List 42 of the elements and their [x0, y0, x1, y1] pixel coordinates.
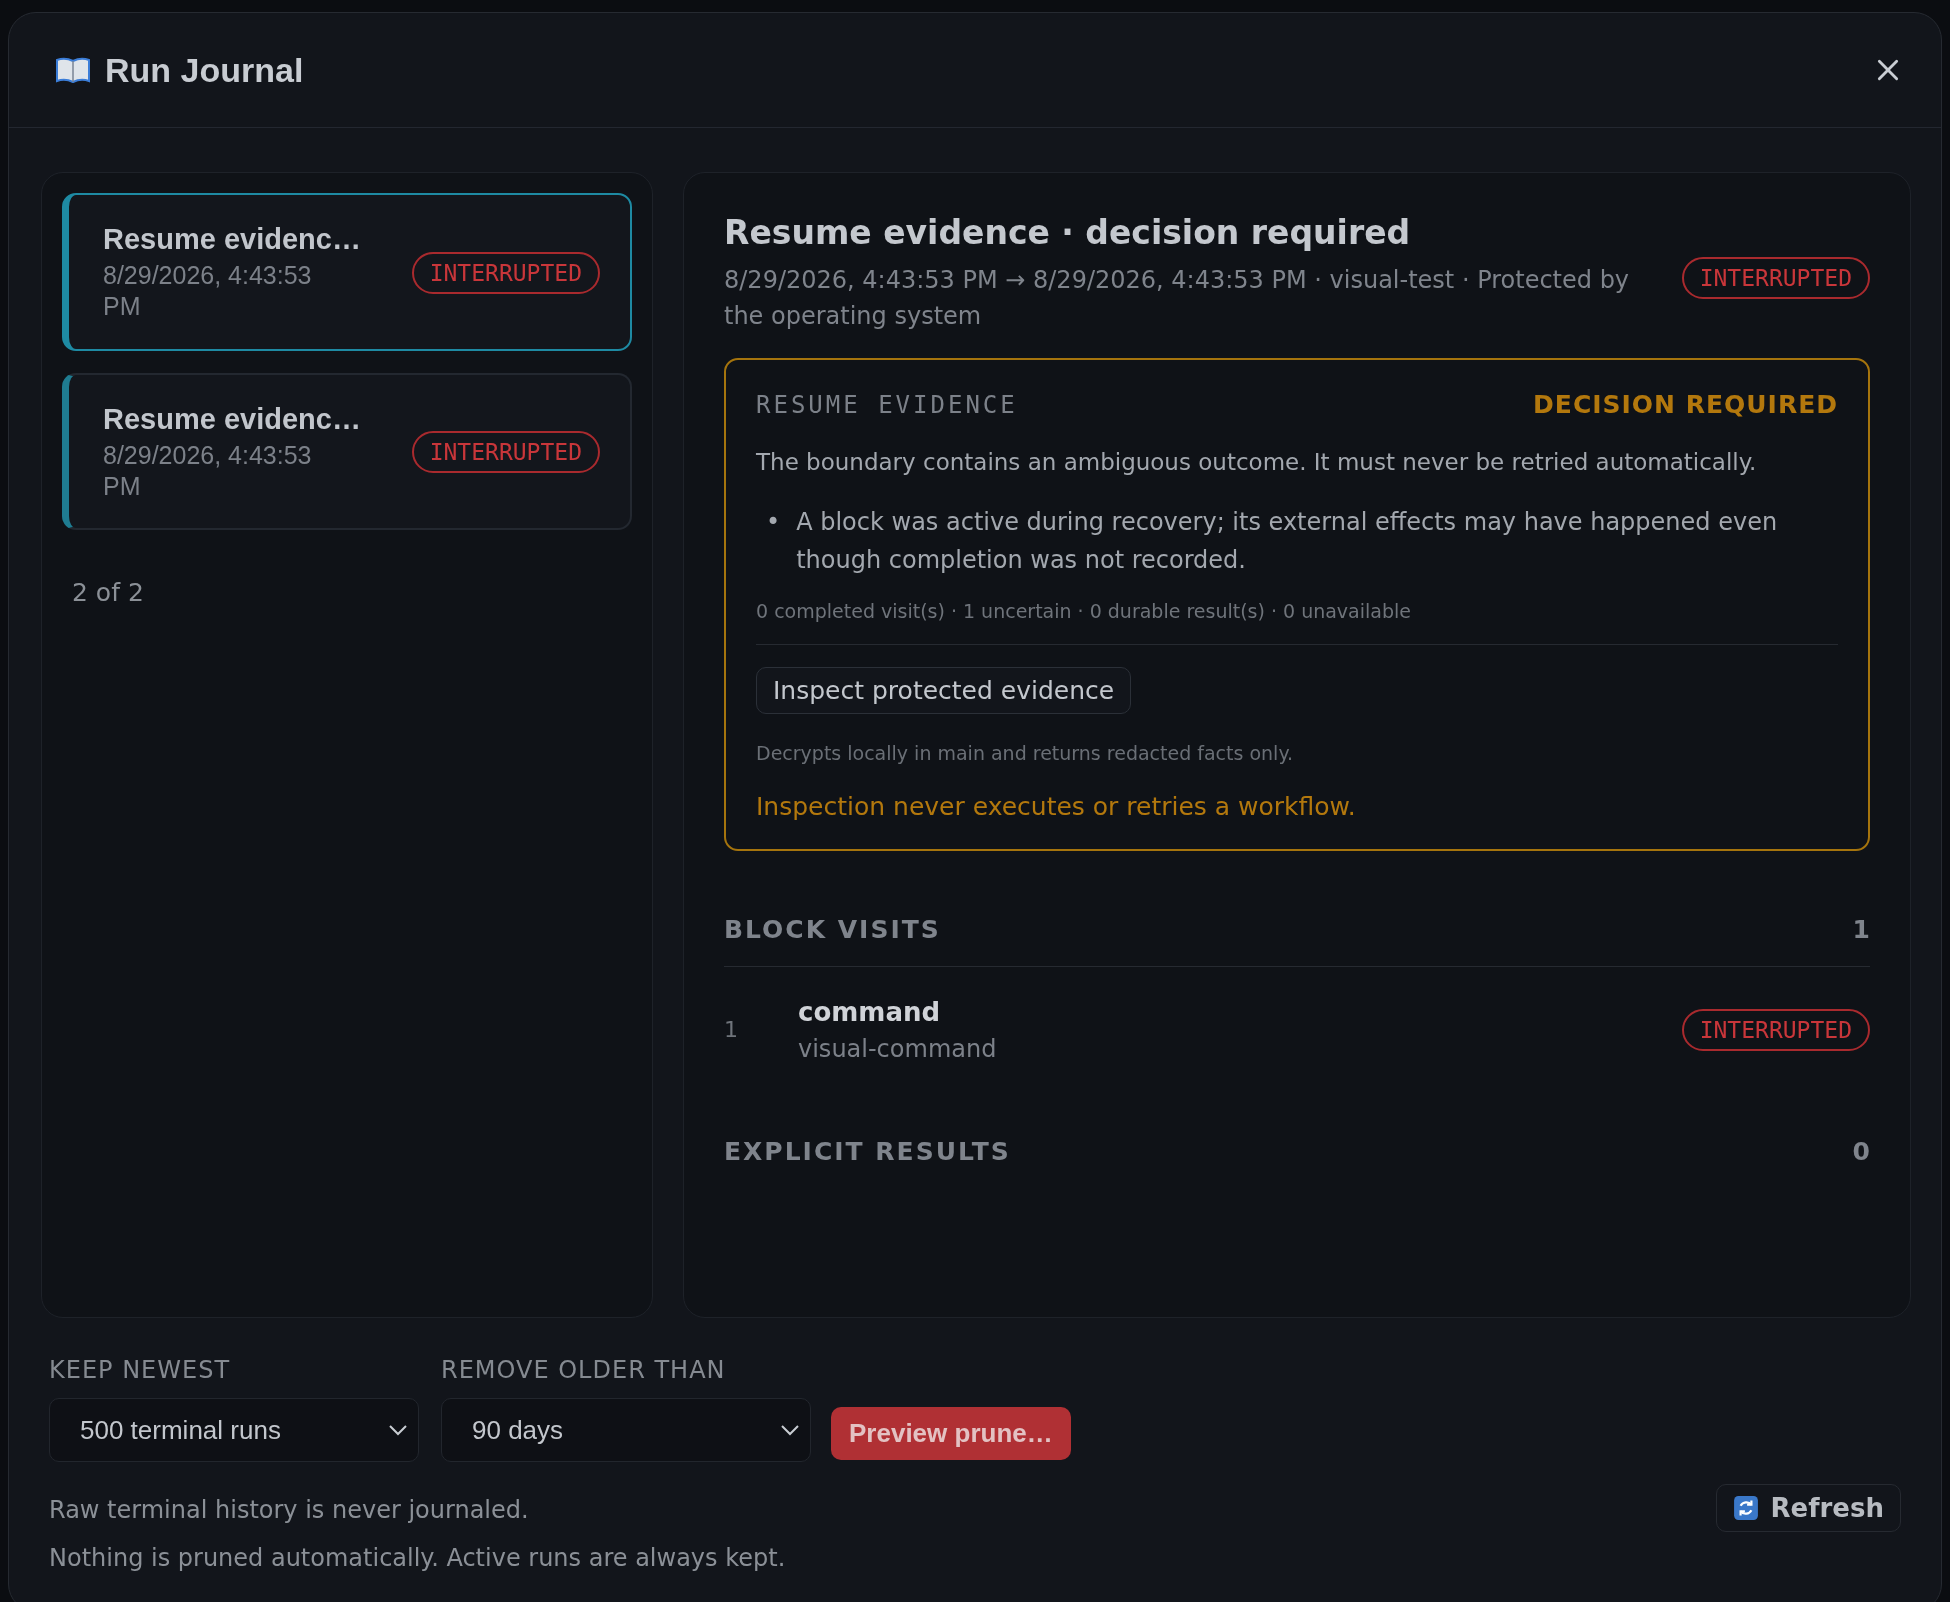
visit-detail: visual-command — [798, 1034, 998, 1063]
filter-label: KEEP NEWEST — [49, 1356, 232, 1384]
chevron-down-icon — [780, 1424, 800, 1436]
dropdown[interactable]: 500 terminal runs — [49, 1398, 419, 1462]
evidence-warning: Inspection never executes or retries a workflow. — [756, 791, 1357, 821]
status-badge: INTERRUPTED — [1681, 257, 1870, 299]
section-title[interactable]: BLOCK VISITS — [724, 914, 941, 944]
decision-label: DECISION REQUIRED — [1533, 390, 1838, 419]
footer-note: Nothing is pruned automatically. Active runs are always kept. — [49, 1543, 787, 1574]
status-badge: INTERRUPTED — [411, 431, 600, 474]
evidence-bullet: A block was active during recovery; its external effects may have happened even though completion was not recorded. — [796, 507, 1779, 577]
visit-index: 1 — [724, 1017, 738, 1043]
dropdown[interactable]: 90 days — [441, 1398, 811, 1462]
section-count: 1 — [1852, 914, 1870, 944]
refresh-icon — [1732, 1495, 1759, 1521]
book-icon — [55, 56, 91, 84]
evidence-note: Decrypts locally in main and returns redacted facts only. — [756, 741, 1294, 764]
evidence-summary: The boundary contains an ambiguous outcome. It must never be retried automatically. — [756, 449, 1758, 475]
run-time: 8/29/2026, 4:43:53 PM — [103, 260, 313, 323]
status-badge: INTERRUPTED — [1681, 1008, 1870, 1051]
preview-prune-button[interactable]: Preview prune… — [831, 1407, 1071, 1460]
section-title[interactable]: EXPLICIT RESULTS — [724, 1136, 1011, 1166]
run-meta: 8/29/2026, 4:43:53 PM → 8/29/2026, 4:43:53 PM · visual-test · Protected by the operating system — [724, 265, 1631, 332]
chevron-down-icon — [388, 1424, 408, 1436]
run-title: Resume evidence · decision required — [724, 213, 1412, 252]
visit-name: command — [798, 996, 942, 1027]
evidence-label: RESUME EVIDENCE — [756, 390, 1018, 419]
run-card[interactable]: Resume evidenc… 8/29/2026, 4:43:53 PM INTERRUPTED — [62, 372, 632, 530]
page-counter: 2 of 2 — [72, 578, 145, 607]
refresh-button[interactable]: Refresh — [1715, 1484, 1901, 1532]
section-count: 0 — [1852, 1136, 1870, 1166]
inspect-button[interactable]: Inspect protected evidence — [756, 666, 1132, 714]
footer-note: Raw terminal history is never journaled. — [49, 1495, 530, 1526]
run-time: 8/29/2026, 4:43:53 PM — [103, 439, 313, 502]
run-card[interactable]: Resume evidenc… 8/29/2026, 4:43:53 PM INTERRUPTED — [62, 193, 632, 351]
dialog-title: Run Journal — [105, 50, 304, 90]
status-badge: INTERRUPTED — [411, 251, 600, 294]
bullet-marker: • — [766, 507, 781, 538]
run-title: Resume evidenc… — [103, 223, 362, 256]
evidence-stats: 0 completed visit(s) · 1 uncertain · 0 durable result(s) · 0 unavailable — [756, 599, 1838, 645]
filter-label: REMOVE OLDER THAN — [441, 1356, 727, 1384]
run-title: Resume evidenc… — [103, 402, 362, 436]
